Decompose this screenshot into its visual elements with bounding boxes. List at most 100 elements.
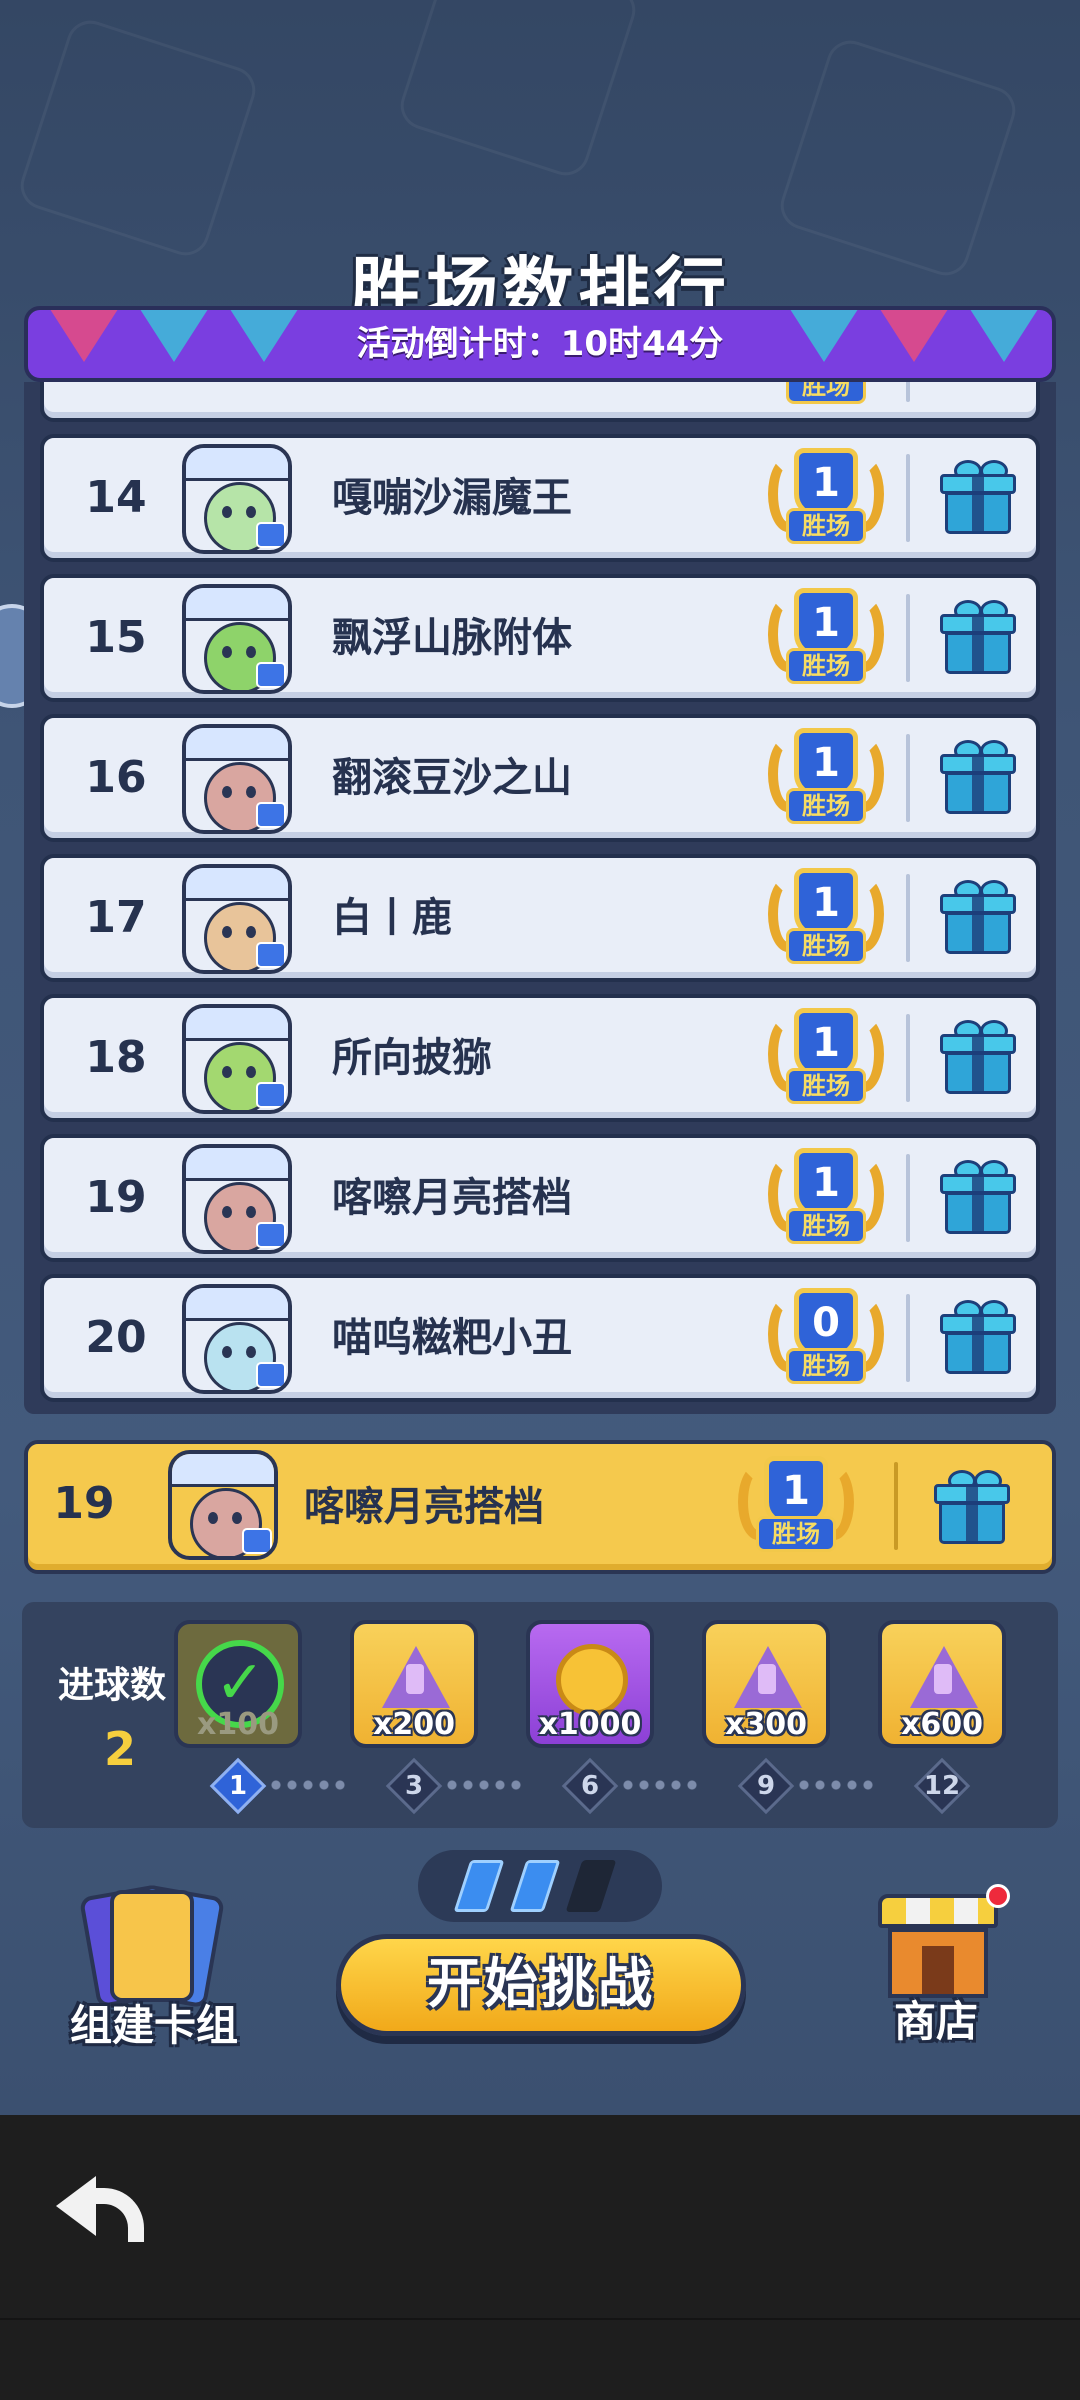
build-deck-label: 组建卡组 xyxy=(70,2001,239,2050)
my-avatar xyxy=(168,1450,278,1560)
row-divider xyxy=(906,454,910,542)
progress-dots xyxy=(796,1780,876,1790)
reward-quantity: x600 xyxy=(901,1707,983,1742)
my-rank: 19 xyxy=(53,1478,115,1529)
notification-dot xyxy=(986,1884,1010,1908)
wins-badge: 1 胜场 xyxy=(764,1146,888,1254)
player-name: 喵呜糍粑小丑 xyxy=(332,1315,572,1361)
wins-badge: 1 胜场 xyxy=(764,866,888,974)
wins-badge: 0 胜场 xyxy=(764,1286,888,1394)
player-avatar xyxy=(182,1004,292,1114)
rank-number: 18 xyxy=(85,1032,147,1083)
reward-card[interactable]: x200 xyxy=(350,1620,478,1748)
player-name: 白丨鹿 xyxy=(332,895,452,941)
back-arrow-head xyxy=(56,2176,96,2236)
milestone-number: 9 xyxy=(756,1771,776,1801)
player-name: 嘎嘣沙漏魔王 xyxy=(332,475,572,521)
player-avatar xyxy=(182,1284,292,1394)
flame-card-icon xyxy=(110,1890,194,2002)
goal-progress-panel: 进球数 2 ✓ x100 1 x200 3 x1000 6 x300 9 x600 12 xyxy=(22,1602,1058,1828)
wins-label: 胜场 xyxy=(786,788,866,824)
my-player-name: 喀嚓月亮搭档 xyxy=(304,1484,544,1530)
gift-icon[interactable] xyxy=(934,1470,1010,1546)
leaderboard-row: 16 翻滚豆沙之山 1 胜场 xyxy=(40,714,1040,842)
countdown-banner: 活动倒计时：10时44分 xyxy=(24,306,1056,382)
wins-badge: 胜场 xyxy=(764,382,888,414)
goal-label: 进球数 xyxy=(58,1665,167,1706)
milestone-number: 12 xyxy=(923,1771,961,1801)
wins-badge: 1 胜场 xyxy=(764,586,888,694)
reward-card[interactable]: x600 xyxy=(878,1620,1006,1748)
wins-label: 胜场 xyxy=(786,508,866,544)
reward-quantity: x300 xyxy=(725,1707,807,1742)
shop-label: 商店 xyxy=(894,1997,979,2046)
row-divider xyxy=(906,594,910,682)
row-divider xyxy=(906,734,910,822)
row-divider xyxy=(894,1462,898,1550)
leaderboard-row: 20 喵呜糍粑小丑 0 胜场 xyxy=(40,1274,1040,1402)
leaderboard-row: 19 喀嚓月亮搭档 1 胜场 xyxy=(40,1134,1040,1262)
progress-dots xyxy=(268,1780,348,1790)
progress-dots xyxy=(620,1780,700,1790)
milestone-number: 6 xyxy=(580,1771,600,1801)
gift-icon[interactable] xyxy=(940,1300,1016,1376)
wins-label: 胜场 xyxy=(786,1348,866,1384)
energy-bolt-icon xyxy=(509,1860,561,1912)
row-divider xyxy=(906,1154,910,1242)
wins-badge: 1 胜场 xyxy=(764,1006,888,1114)
bottom-navigation-bar xyxy=(0,2115,1080,2400)
rank-number: 19 xyxy=(85,1172,147,1223)
milestone-number: 3 xyxy=(404,1771,424,1801)
gift-icon[interactable] xyxy=(940,1160,1016,1236)
wins-badge: 1 胜场 xyxy=(764,446,888,554)
player-name: 所向披猕 xyxy=(332,1035,492,1081)
wins-label: 胜场 xyxy=(786,648,866,684)
row-divider xyxy=(906,874,910,962)
rank-number: 15 xyxy=(85,612,147,663)
wins-label: 胜场 xyxy=(786,382,866,404)
player-avatar xyxy=(182,864,292,974)
wins-label: 胜场 xyxy=(786,1208,866,1244)
leaderboard-row-partial: 胜场 xyxy=(40,382,1040,422)
build-deck-button[interactable]: 组建卡组 xyxy=(70,1883,240,2050)
rank-number: 16 xyxy=(85,752,147,803)
my-rank-row: 19 喀嚓月亮搭档 1 胜场 xyxy=(24,1440,1056,1574)
back-button[interactable] xyxy=(56,2168,148,2242)
gift-icon[interactable] xyxy=(940,600,1016,676)
row-divider xyxy=(906,1014,910,1102)
countdown-text: 活动倒计时：10时44分 xyxy=(356,324,724,364)
shop-button[interactable]: 商店 xyxy=(878,1884,1010,2046)
reward-card[interactable]: x1000 xyxy=(526,1620,654,1748)
back-arrow-icon xyxy=(90,2188,144,2242)
leaderboard-list[interactable]: 胜场 14 嘎嘣沙漏魔王 1 胜场 15 飘浮山脉附体 1 胜场 16 翻滚豆沙之山 1 胜场 17 白丨… xyxy=(24,382,1056,1414)
leaderboard-row: 17 白丨鹿 1 胜场 xyxy=(40,854,1040,982)
leaderboard-row: 18 所向披猕 1 胜场 xyxy=(40,994,1040,1122)
player-name: 翻滚豆沙之山 xyxy=(332,755,572,801)
progress-dots xyxy=(444,1780,524,1790)
player-name: 喀嚓月亮搭档 xyxy=(332,1175,572,1221)
shop-icon xyxy=(878,1894,998,1928)
reward-card[interactable]: ✓ x100 xyxy=(174,1620,302,1748)
goal-value: 2 xyxy=(104,1722,137,1776)
start-challenge-button[interactable]: 开始挑战 xyxy=(336,1934,746,2036)
background-tile xyxy=(14,14,262,262)
rank-number: 17 xyxy=(85,892,147,943)
gift-icon[interactable] xyxy=(940,1020,1016,1096)
player-name: 飘浮山脉附体 xyxy=(332,615,572,661)
gift-icon[interactable] xyxy=(940,460,1016,536)
row-divider xyxy=(906,1294,910,1382)
reward-card[interactable]: x300 xyxy=(702,1620,830,1748)
leaderboard-row: 14 嘎嘣沙漏魔王 1 胜场 xyxy=(40,434,1040,562)
wins-label: 胜场 xyxy=(786,1068,866,1104)
reward-quantity: x100 xyxy=(197,1707,279,1742)
gift-icon[interactable] xyxy=(940,740,1016,816)
my-wins-badge: 1 胜场 xyxy=(734,1454,858,1562)
player-avatar xyxy=(182,724,292,834)
player-avatar xyxy=(182,444,292,554)
rank-number: 14 xyxy=(85,472,147,523)
player-avatar xyxy=(182,584,292,694)
energy-bolt-icon xyxy=(453,1860,505,1912)
divider xyxy=(0,2318,1080,2320)
gift-icon[interactable] xyxy=(940,880,1016,956)
player-avatar xyxy=(182,1144,292,1254)
